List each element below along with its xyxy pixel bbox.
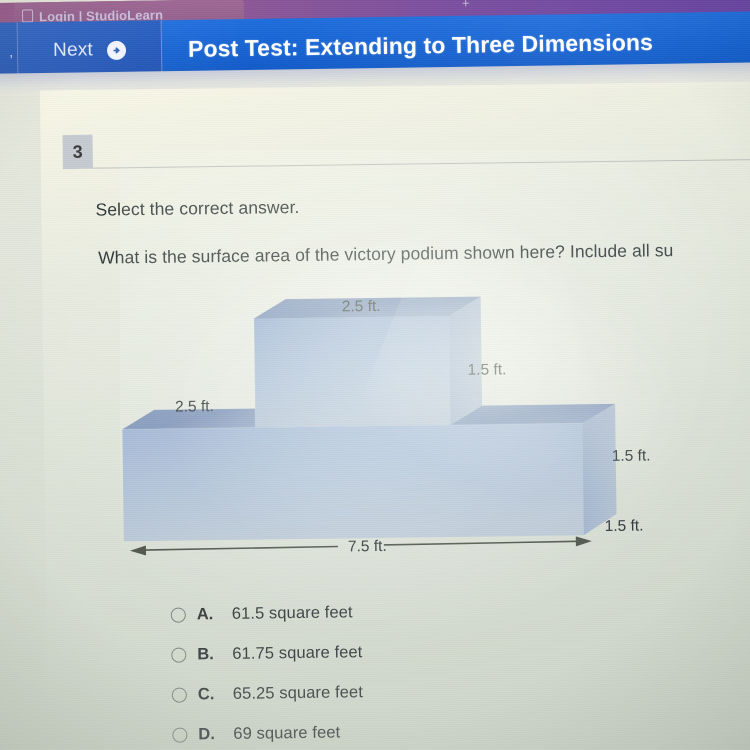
answer-letter-d: D. — [198, 724, 215, 743]
answer-option-d[interactable]: D. 69 square feet — [172, 709, 602, 750]
answer-text-b: 61.75 square feet — [232, 642, 363, 663]
answer-text-a: 61.5 square feet — [231, 602, 353, 623]
question-number-badge: 3 — [62, 134, 93, 170]
radio-button-b[interactable] — [171, 646, 187, 663]
answer-options-list: A. 61.5 square feet B. 61.75 square feet… — [170, 589, 603, 750]
question-text: What is the surface area of the victory … — [97, 240, 674, 268]
answer-letter-c: C. — [197, 684, 215, 703]
answer-option-a[interactable]: A. 61.5 square feet — [170, 589, 601, 635]
dim-label-riser-top-width: 2.5 ft. — [341, 297, 381, 316]
dim-label-base-side: 1.5 ft. — [604, 517, 644, 536]
answer-letter-b: B. — [197, 644, 214, 663]
dim-label-base-depth: 2.5 ft. — [174, 398, 214, 416]
answer-letter-a: A. — [196, 604, 214, 623]
radio-button-c[interactable] — [171, 686, 187, 703]
dim-label-base-height: 1.5 ft. — [611, 447, 651, 465]
answer-text-d: 69 square feet — [233, 722, 341, 743]
dim-label-total-width: 7.5 ft. — [347, 537, 387, 556]
answer-text-c: 65.25 square feet — [232, 682, 364, 703]
victory-podium-diagram — [99, 291, 682, 569]
instruction-text: Select the correct answer. — [95, 196, 300, 220]
dim-label-riser-height: 1.5 ft. — [467, 361, 507, 379]
question-divider — [92, 159, 750, 169]
screen-photo: Login | StudioLearn + , Next Post Test: … — [0, 0, 750, 750]
answer-option-c[interactable]: C. 65.25 square feet — [171, 669, 602, 715]
answer-option-b[interactable]: B. 61.75 square feet — [171, 629, 601, 675]
radio-button-a[interactable] — [170, 606, 186, 623]
radio-button-d[interactable] — [172, 726, 188, 743]
